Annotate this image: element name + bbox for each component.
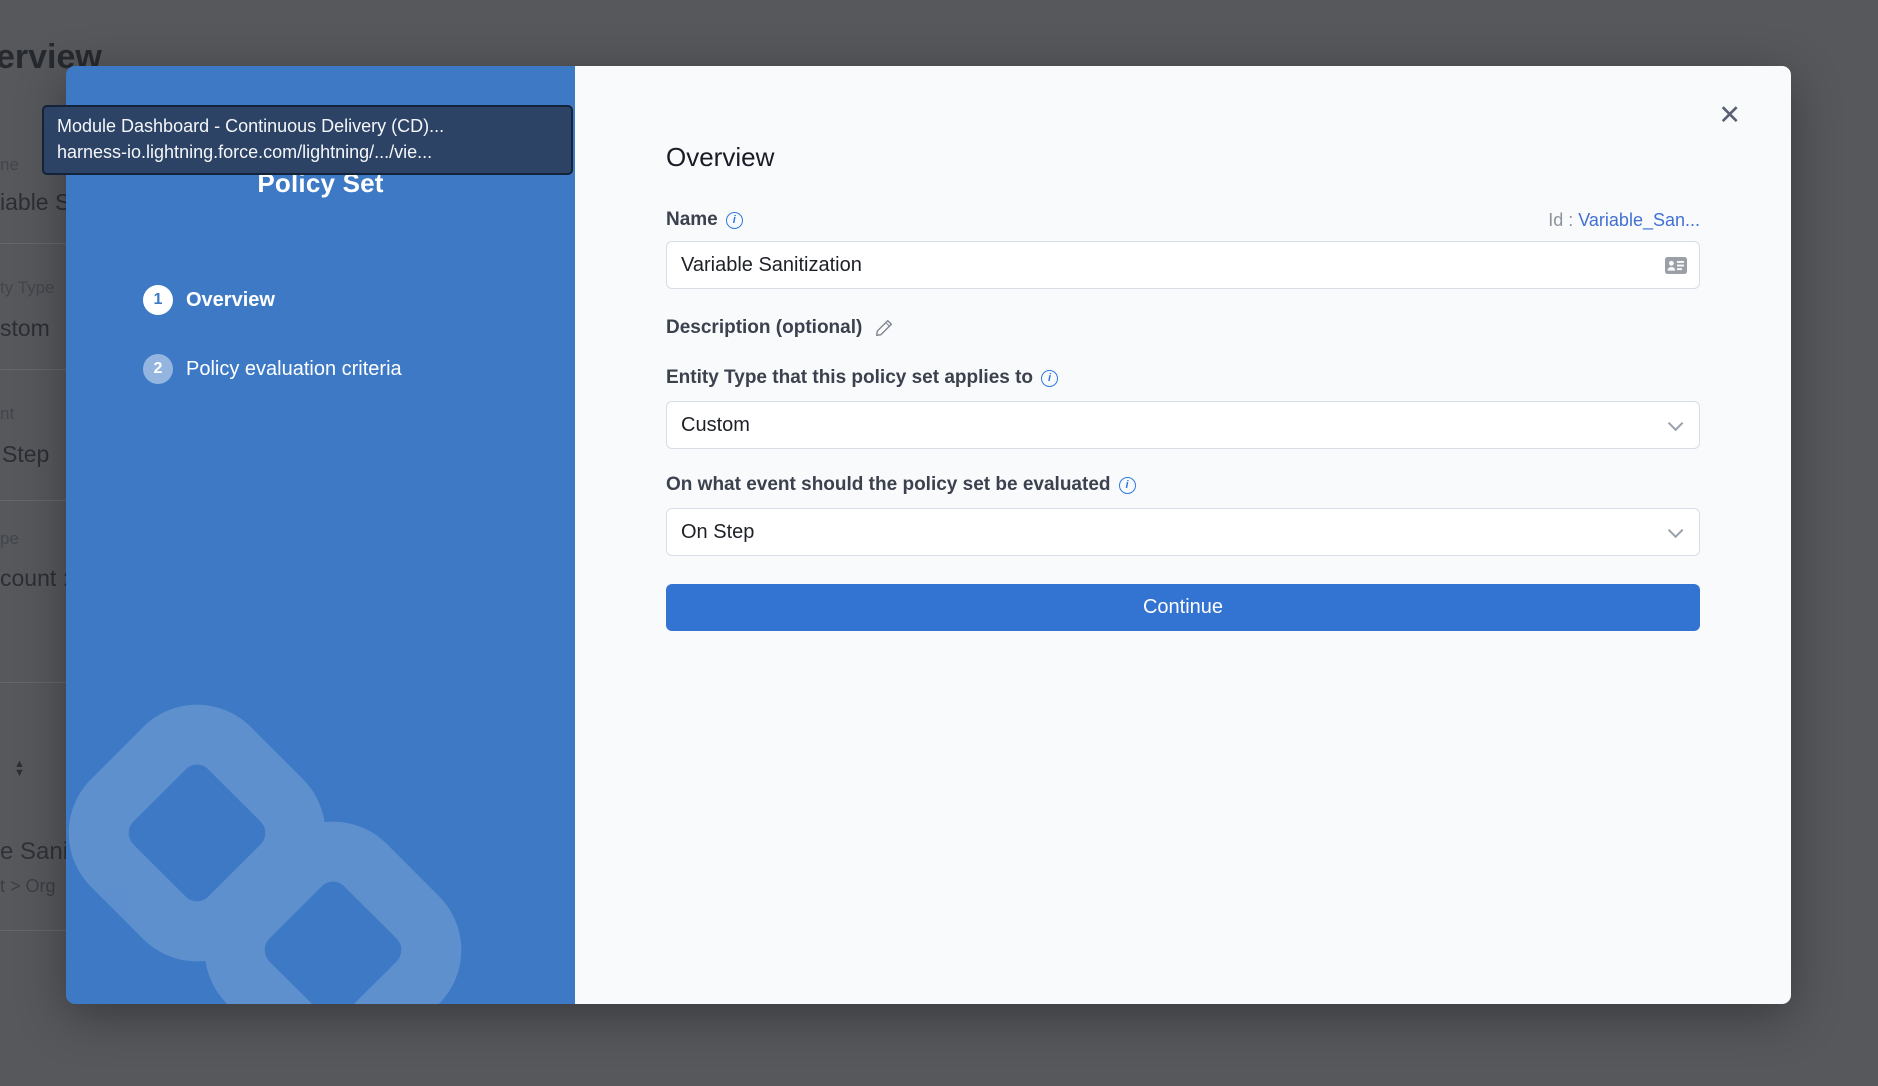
- background-row-title: e Sani: [0, 838, 68, 866]
- step-1-indicator: 1: [143, 285, 173, 315]
- step-policy-evaluation-criteria[interactable]: 2 Policy evaluation criteria: [143, 354, 575, 384]
- info-icon[interactable]: i: [1119, 477, 1136, 494]
- background-field-value: count :: [0, 565, 69, 592]
- info-icon[interactable]: i: [1041, 370, 1058, 387]
- sort-down-arrow: ▼: [14, 769, 25, 778]
- overview-form: Name i Id : Variable_San...: [666, 209, 1700, 631]
- event-label: On what event should the policy set be e…: [666, 474, 1136, 496]
- id-prefix: Id :: [1548, 210, 1573, 230]
- background-field-label: nt: [0, 404, 14, 424]
- entity-id: Id : Variable_San...: [1548, 210, 1700, 231]
- event-value: On Step: [681, 521, 754, 544]
- entity-type-value: Custom: [681, 414, 750, 437]
- step-1-label: Overview: [186, 289, 275, 312]
- overview-panel: ✕ Overview Name i Id : Variable_San...: [575, 66, 1791, 1004]
- name-input-wrap: [666, 241, 1700, 289]
- panel-title: Overview: [666, 142, 1791, 173]
- entity-type-label-row: Entity Type that this policy set applies…: [666, 367, 1700, 389]
- event-label-text: On what event should the policy set be e…: [666, 474, 1111, 496]
- info-icon[interactable]: i: [726, 212, 743, 229]
- description-label: Description (optional): [666, 317, 862, 339]
- entity-type-label-text: Entity Type that this policy set applies…: [666, 367, 1033, 389]
- wizard-sidebar: Policy Set 1 Overview 2 Policy evaluatio…: [66, 66, 575, 1004]
- entity-type-select[interactable]: Custom: [666, 401, 1700, 449]
- sort-icon: ▲ ▼: [14, 760, 25, 778]
- event-select[interactable]: On Step: [666, 508, 1700, 556]
- policy-set-modal: Policy Set 1 Overview 2 Policy evaluatio…: [66, 66, 1791, 1004]
- continue-button[interactable]: Continue: [666, 584, 1700, 631]
- edit-pencil-icon[interactable]: [874, 318, 894, 338]
- background-field-label: pe: [0, 529, 19, 549]
- wizard-steps: 1 Overview 2 Policy evaluation criteria: [66, 285, 575, 384]
- id-card-icon[interactable]: [1665, 257, 1687, 274]
- chevron-down-icon: [1668, 522, 1684, 538]
- tooltip-title: Module Dashboard - Continuous Delivery (…: [57, 113, 558, 139]
- entity-type-label: Entity Type that this policy set applies…: [666, 367, 1058, 389]
- background-row-scope: t > Org: [0, 876, 56, 897]
- name-label: Name i: [666, 209, 743, 231]
- description-row: Description (optional): [666, 317, 1700, 339]
- step-2-indicator: 2: [143, 354, 173, 384]
- close-icon[interactable]: ✕: [1718, 102, 1741, 129]
- background-field-label: ne: [0, 155, 19, 175]
- background-field-value: Step: [2, 441, 49, 468]
- link-preview-tooltip: Module Dashboard - Continuous Delivery (…: [42, 105, 573, 175]
- background-field-label: ty Type: [0, 278, 55, 298]
- name-label-text: Name: [666, 209, 718, 231]
- step-2-label: Policy evaluation criteria: [186, 358, 402, 381]
- event-label-row: On what event should the policy set be e…: [666, 474, 1700, 496]
- step-overview[interactable]: 1 Overview: [143, 285, 575, 315]
- name-label-row: Name i Id : Variable_San...: [666, 209, 1700, 231]
- tooltip-url: harness-io.lightning.force.com/lightning…: [57, 139, 558, 165]
- id-link[interactable]: Variable_San...: [1578, 210, 1700, 230]
- chevron-down-icon: [1668, 415, 1684, 431]
- background-field-value: stom: [0, 315, 50, 342]
- harness-logo-watermark: [66, 66, 575, 1004]
- name-input[interactable]: [681, 254, 1665, 277]
- background-field-value: iable S: [0, 189, 70, 216]
